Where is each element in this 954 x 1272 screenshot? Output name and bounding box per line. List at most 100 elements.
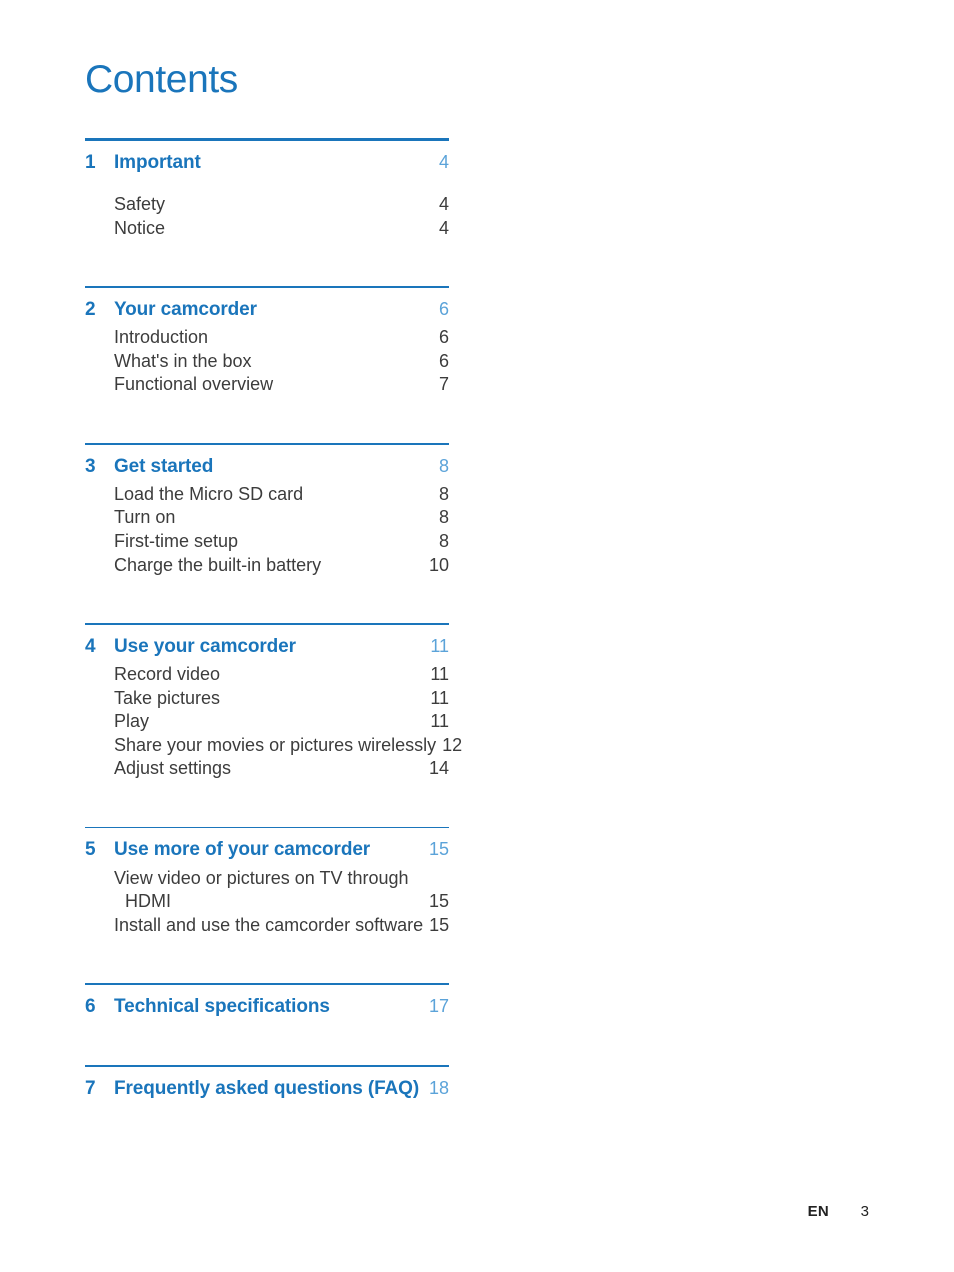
section-divider [85, 983, 449, 985]
section-number: 3 [85, 455, 96, 477]
toc-subitem-list: Introduction 6 What's in the box 6 Functiona… [85, 326, 449, 397]
page-canvas: Contents 1 Important 4 Safety 4 Notice 4 2 Your … [0, 0, 954, 1272]
section-page-number: 17 [428, 995, 449, 1016]
section-divider [85, 826, 449, 829]
toc-section-heading[interactable]: 6 Technical specifications 17 [85, 995, 449, 1019]
toc-entry-page-number: 11 [430, 663, 449, 684]
toc-entry-label: Notice [114, 217, 166, 238]
toc-entry-label: Turn on [114, 507, 176, 528]
toc-entry-label: Share your movies or pictures wirelessly [114, 734, 437, 755]
section-page-number: 6 [438, 298, 449, 319]
section-title: Use your camcorder [114, 635, 296, 657]
section-number: 5 [85, 839, 96, 861]
toc-entry[interactable]: Notice 4 [85, 217, 449, 241]
section-page-number: 11 [430, 635, 449, 656]
toc-entry-label: Load the Micro SD card [114, 483, 304, 504]
toc-entry-page-number: 4 [438, 217, 449, 238]
section-number: 1 [85, 152, 96, 173]
toc-entry[interactable]: Functional overview 7 [85, 373, 449, 397]
toc-entry-page-number: 12 [442, 734, 463, 755]
toc-entry[interactable]: Turn on 8 [85, 506, 449, 530]
toc-section-heading[interactable]: 2 Your camcorder 6 [85, 298, 449, 322]
section-title: Get started [114, 455, 214, 477]
toc-section-heading[interactable]: 3 Get started 8 [85, 455, 449, 479]
toc-entry-page-number: 6 [438, 327, 449, 348]
section-page-number: 4 [438, 152, 449, 172]
toc-section: 1 Important 4 Safety 4 Notice 4 [85, 138, 449, 240]
toc-section-heading[interactable]: 4 Use your camcorder 11 [85, 635, 449, 659]
toc-entry[interactable]: Load the Micro SD card 8 [85, 483, 449, 507]
toc-entry-page-number: 7 [438, 374, 449, 395]
toc-entry[interactable]: Safety 4 [85, 193, 449, 217]
toc-section: 2 Your camcorder 6 Introduction 6 What's in t… [85, 286, 449, 397]
toc-entry-label: HDMI [125, 891, 171, 912]
toc-section: 4 Use your camcorder 11 Record video 11 Take … [85, 623, 462, 781]
section-divider [85, 443, 449, 445]
section-number: 4 [85, 635, 96, 657]
footer-page-number: 3 [860, 1203, 869, 1220]
toc-subitem-list: Safety 4 Notice 4 [85, 193, 449, 240]
toc-subitem-list: Record video 11 Take pictures 11 Play 11 Share… [85, 663, 462, 781]
toc-section: 6 Technical specifications 17 [85, 983, 449, 1019]
section-page-number: 8 [438, 455, 449, 476]
toc-section-heading[interactable]: 1 Important 4 [85, 151, 449, 175]
section-page-number: 18 [428, 1077, 449, 1098]
toc-entry-page-number: 8 [438, 530, 449, 551]
toc-section-heading[interactable]: 5 Use more of your camcorder 15 [85, 838, 449, 862]
section-page-number: 15 [428, 839, 449, 860]
toc-section: 7 Frequently asked questions (FAQ) 18 [85, 1065, 449, 1101]
section-divider [85, 138, 449, 141]
toc-entry-page-number: 11 [430, 687, 449, 708]
footer-language-code: EN [807, 1203, 829, 1220]
toc-subitem-list: Load the Micro SD card 8 Turn on 8 First-tim… [85, 483, 449, 577]
toc-entry[interactable]: Charge the built-in battery 10 [85, 554, 449, 578]
toc-entry-label: Charge the built-in battery [114, 554, 322, 575]
page-title: Contents [85, 58, 238, 101]
toc-entry[interactable]: Adjust settings 14 [85, 757, 449, 781]
toc-entry-label: Record video [114, 663, 221, 684]
section-title: Technical specifications [114, 995, 330, 1017]
toc-entry[interactable]: What's in the box 6 [85, 350, 449, 374]
toc-entry-label: Adjust settings [114, 758, 232, 779]
toc-entry-label: Introduction [114, 327, 209, 348]
toc-entry-page-number: 15 [428, 891, 449, 912]
section-title: Frequently asked questions (FAQ) [114, 1077, 420, 1099]
toc-entry[interactable]: Introduction 6 [85, 326, 449, 350]
section-divider [85, 286, 449, 288]
toc-entry-page-number: 4 [438, 194, 449, 215]
toc-entry-page-number: 15 [429, 914, 450, 935]
toc-entry-label: Take pictures [114, 687, 221, 708]
toc-entry-label: Play [114, 711, 150, 732]
toc-section: 5 Use more of your camcorder 15 View video … [85, 826, 449, 938]
section-title: Your camcorder [114, 298, 257, 320]
toc-subitem-list: View video or pictures on TV through HDMI… [85, 867, 449, 938]
toc-entry[interactable]: Play 11 [85, 710, 449, 734]
toc-entry-label: First-time setup [114, 530, 239, 551]
section-title: Use more of your camcorder [114, 839, 371, 861]
toc-entry[interactable]: Record video 11 [85, 663, 449, 687]
toc-entry-page-number: 8 [438, 483, 449, 504]
toc-entry[interactable]: HDMI 15 [85, 890, 449, 914]
section-number: 2 [85, 298, 96, 320]
section-number: 7 [85, 1077, 96, 1099]
toc-entry[interactable]: View video or pictures on TV through [85, 867, 449, 891]
toc-entry[interactable]: First-time setup 8 [85, 530, 449, 554]
section-divider [85, 623, 449, 625]
toc-entry[interactable]: Install and use the camcorder software 15 [85, 914, 449, 938]
section-title: Important [114, 152, 201, 173]
toc-entry[interactable]: Share your movies or pictures wirelessly… [85, 734, 462, 758]
toc-entry[interactable]: Take pictures 11 [85, 687, 449, 711]
toc-section-heading[interactable]: 7 Frequently asked questions (FAQ) 18 [85, 1077, 449, 1101]
toc-entry-label: Install and use the camcorder software [114, 914, 424, 935]
toc-entry-page-number: 6 [438, 350, 449, 371]
toc-entry-page-number: 14 [428, 758, 449, 779]
page-footer: EN 3 [808, 1203, 869, 1220]
toc-entry-page-number: 11 [430, 711, 449, 732]
section-number: 6 [85, 995, 96, 1017]
